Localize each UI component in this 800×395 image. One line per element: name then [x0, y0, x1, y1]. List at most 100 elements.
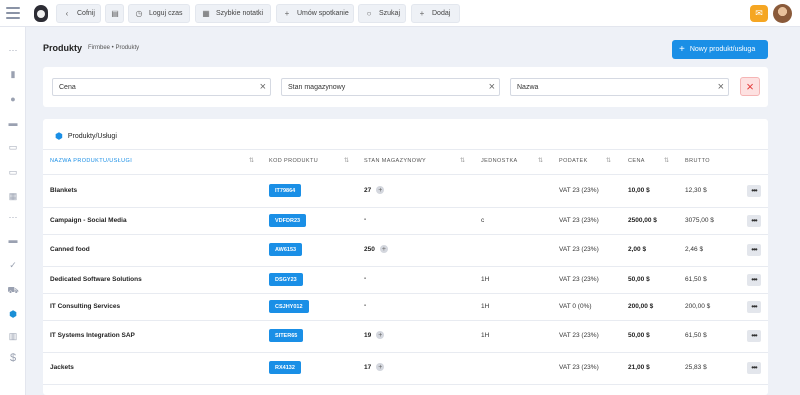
plus-icon: +	[419, 9, 425, 18]
column-header-stock[interactable]: Stan magazynowy	[364, 158, 426, 164]
column-header-code[interactable]: Kod produktu	[269, 158, 318, 164]
add-button[interactable]: + Dodaj	[411, 4, 460, 23]
more-options-button[interactable]: •••	[747, 185, 761, 197]
gross-value: 61,50 $	[685, 332, 707, 339]
table-row[interactable]: Campaign - Social Media VDFDR23 - c VAT …	[43, 207, 768, 234]
price-value: 2500,00 $	[628, 217, 657, 224]
add-stock-icon[interactable]: +	[379, 245, 388, 253]
stock-filter[interactable]: Stan magazynowy ×	[281, 78, 500, 96]
product-name[interactable]: Campaign - Social Media	[50, 217, 127, 224]
sort-icon[interactable]: ⇅	[460, 157, 465, 164]
panel-title: ⬢ Produkty/Usługi	[55, 131, 117, 141]
tax-value: VAT 23 (23%)	[559, 246, 599, 253]
tax-value: VAT 23 (23%)	[559, 276, 599, 283]
more-options-button[interactable]: •••	[747, 244, 761, 256]
sort-icon[interactable]: ⇅	[344, 157, 349, 164]
user-icon[interactable]: ●	[0, 94, 26, 104]
cube-icon[interactable]: ⬢	[0, 309, 26, 320]
sort-icon[interactable]: ⇅	[249, 157, 254, 164]
document-icon[interactable]: ▬	[0, 118, 26, 128]
product-name[interactable]: Jackets	[50, 364, 74, 371]
price-value: 10,00 $	[628, 187, 650, 194]
table-row[interactable]: Canned food AW6153 250 + VAT 23 (23%) 2,0…	[43, 234, 768, 266]
sort-icon[interactable]: ⇅	[538, 157, 543, 164]
column-header-name[interactable]: Nazwa produktu/usługi	[50, 158, 132, 164]
more-options-button[interactable]: •••	[747, 362, 761, 374]
cart-icon[interactable]: ⛟	[0, 285, 26, 297]
dots-icon[interactable]: ···	[0, 45, 26, 55]
products-panel: ⬢ Produkty/Usługi Nazwa produktu/usługi …	[43, 119, 768, 395]
price-filter[interactable]: Cena ×	[52, 78, 271, 96]
clear-filters-button[interactable]: ×	[740, 77, 760, 96]
product-name[interactable]: IT Systems Integration SAP	[50, 332, 135, 339]
stock-value: -	[364, 302, 367, 309]
dots-icon[interactable]: ···	[0, 212, 26, 222]
plus-icon: +	[284, 9, 290, 18]
menu-icon[interactable]	[6, 7, 20, 19]
list-button[interactable]: ▤	[105, 4, 124, 23]
check-icon[interactable]: ✓	[0, 260, 26, 271]
back-button[interactable]: ‹ Cofnij	[56, 4, 101, 23]
tax-value: VAT 23 (23%)	[559, 364, 599, 371]
product-code-badge: IT79864	[269, 184, 302, 197]
quick-notes-button[interactable]: ▦ Szybkie notatki	[195, 4, 271, 23]
column-header-gross[interactable]: Brutto	[685, 158, 710, 164]
gross-value: 25,83 $	[685, 364, 707, 371]
stock-value: 17 +	[364, 363, 385, 371]
more-options-button[interactable]: •••	[747, 274, 761, 286]
gross-value: 61,50 $	[685, 276, 707, 283]
column-header-tax[interactable]: Podatek	[559, 158, 588, 164]
add-stock-icon[interactable]: +	[376, 363, 385, 371]
add-stock-icon[interactable]: +	[376, 331, 385, 339]
close-icon[interactable]: ×	[718, 81, 724, 93]
grid-icon[interactable]: ▦	[0, 191, 26, 202]
mail-icon[interactable]: ✉	[750, 5, 768, 22]
top-bar: ‹ Cofnij ▤ ◷ Loguj czas ▦ Szybkie notatk…	[0, 0, 800, 27]
more-options-button[interactable]: •••	[747, 301, 761, 313]
product-name[interactable]: Dedicated Software Solutions	[50, 276, 142, 283]
clipboard-icon[interactable]: ▮	[0, 69, 26, 80]
wallet-icon[interactable]: ▬	[0, 235, 26, 245]
folder-icon[interactable]: ▭	[0, 167, 26, 178]
stock-value: -	[364, 275, 367, 282]
product-name[interactable]: Blankets	[50, 187, 77, 194]
divider	[43, 149, 768, 150]
column-header-price[interactable]: Cena	[628, 158, 645, 164]
unit-value: c	[481, 217, 485, 224]
chart-icon[interactable]: ▥	[0, 331, 26, 342]
more-options-button[interactable]: •••	[747, 330, 761, 342]
dollar-icon[interactable]: $	[0, 352, 26, 364]
unit-value: 1H	[481, 332, 490, 339]
name-filter[interactable]: Nazwa ×	[510, 78, 729, 96]
unit-value: 1H	[481, 276, 490, 283]
new-product-button[interactable]: + Nowy produkt/usługa	[672, 40, 768, 59]
sort-icon[interactable]: ⇅	[664, 157, 669, 164]
table-row[interactable]: Jackets RX4132 17 + VAT 23 (23%) 21,00 $ …	[43, 352, 768, 384]
app-logo[interactable]	[34, 5, 48, 22]
close-icon[interactable]: ×	[489, 81, 495, 93]
table-row[interactable]: IT Consulting Services CSJHY012 - 1H VAT…	[43, 293, 768, 320]
stock-value: -	[364, 216, 367, 223]
table-row[interactable]: Dedicated Software Solutions DSGY23 - 1H…	[43, 266, 768, 293]
schedule-meeting-button[interactable]: + Umów spotkanie	[276, 4, 354, 23]
log-time-button[interactable]: ◷ Loguj czas	[128, 4, 190, 23]
product-name[interactable]: Canned food	[50, 246, 90, 253]
plus-icon: +	[679, 43, 685, 55]
folder-icon[interactable]: ▭	[0, 142, 26, 153]
breadcrumb[interactable]: Firmbee • Produkty	[88, 45, 139, 51]
divider	[43, 384, 768, 385]
close-icon[interactable]: ×	[260, 81, 266, 93]
product-name[interactable]: IT Consulting Services	[50, 303, 120, 310]
avatar[interactable]	[773, 4, 792, 23]
table-row[interactable]: IT Systems Integration SAP SITER65 19 + 1…	[43, 320, 768, 352]
more-options-button[interactable]: •••	[747, 215, 761, 227]
chevron-left-icon: ‹	[65, 9, 69, 18]
add-stock-icon[interactable]: +	[376, 186, 385, 194]
product-code-badge: VDFDR23	[269, 214, 307, 227]
notes-icon: ▦	[202, 9, 210, 18]
search-button[interactable]: ○ Szukaj	[358, 4, 406, 23]
column-header-unit[interactable]: Jednostka	[481, 158, 518, 164]
sort-icon[interactable]: ⇅	[606, 157, 611, 164]
table-row[interactable]: Blankets IT79864 27 + VAT 23 (23%) 10,00 …	[43, 175, 768, 207]
product-code-badge: SITER65	[269, 329, 304, 342]
